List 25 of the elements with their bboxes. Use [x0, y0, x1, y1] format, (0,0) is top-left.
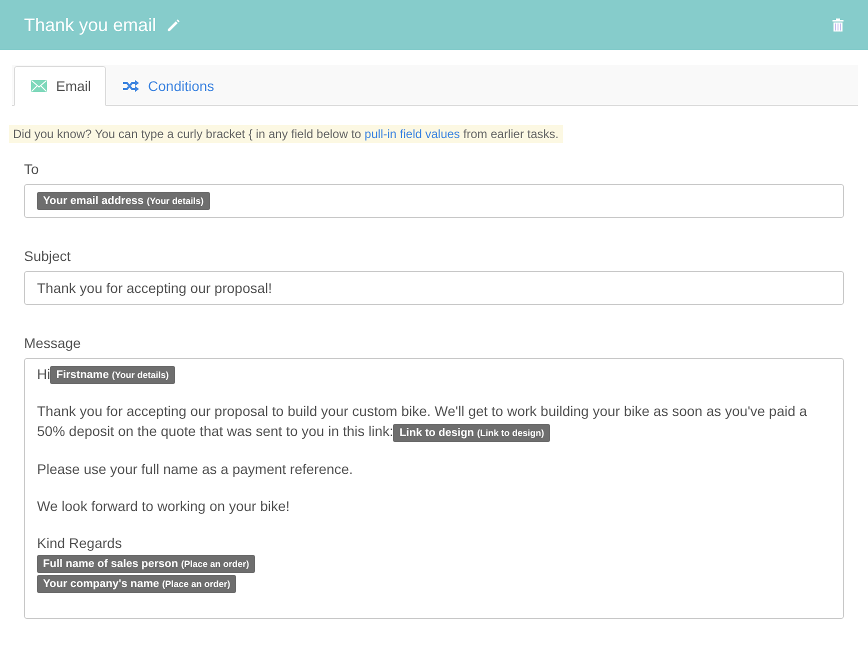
field-label: Message: [24, 335, 82, 351]
field-token: Link to design (Link to design): [393, 424, 550, 442]
field-token: Full name of sales person (Place an order): [37, 554, 256, 573]
envelope-icon: [31, 80, 47, 92]
tab[interactable]: Email: [14, 66, 106, 106]
trash-icon[interactable]: [832, 18, 844, 32]
edit-icon[interactable]: [166, 18, 182, 32]
pull-in-link[interactable]: pull-in field values: [364, 127, 460, 141]
message-line: Thank you for accepting our proposal to build your custom bike. We'll get to work building your bike as soon as you've paid a 50% deposit on the quote that was sent to you in this link: Link to design (Link to design): [37, 401, 831, 442]
message-line: Kind Regards: [37, 534, 123, 553]
field-label: Subject: [24, 248, 72, 264]
message-line: Please use your full name as a payment reference.: [37, 460, 354, 479]
shuffle-icon: [123, 80, 140, 92]
input-field[interactable]: Thank you for accepting our proposal!: [24, 271, 844, 305]
message-line: Hi Firstname (Your details): [37, 364, 831, 384]
field-token: Firstname (Your details): [50, 366, 175, 384]
message-field[interactable]: [24, 358, 844, 619]
message-line: We look forward to working on your bike!: [37, 496, 291, 516]
email-title: Thank you email: [24, 14, 156, 36]
tab[interactable]: Conditions: [106, 66, 232, 106]
field-label: To: [24, 161, 40, 177]
field-token: Your company's name (Place an order): [37, 575, 236, 594]
tip-text: Did you know? You can type a curly bracket { in any field below to pull-in field values from earlier tasks.: [9, 125, 563, 143]
input-field[interactable]: Your email address (Your details): [24, 184, 844, 218]
field-token: Your email address (Your details): [37, 192, 210, 210]
